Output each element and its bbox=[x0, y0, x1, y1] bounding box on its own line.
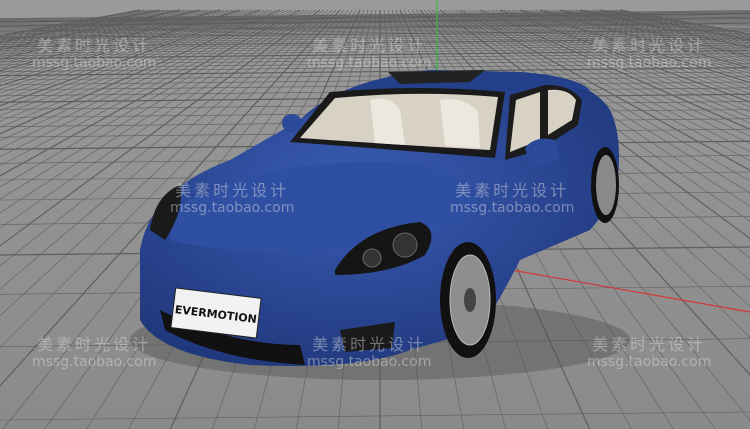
rear-rim bbox=[596, 155, 616, 215]
headlight-lens bbox=[392, 232, 418, 258]
wheel-hub bbox=[464, 288, 476, 312]
headlight-lens bbox=[362, 248, 382, 268]
3d-viewport[interactable]: EVERMOTION bbox=[0, 0, 750, 429]
mirror bbox=[282, 114, 302, 132]
